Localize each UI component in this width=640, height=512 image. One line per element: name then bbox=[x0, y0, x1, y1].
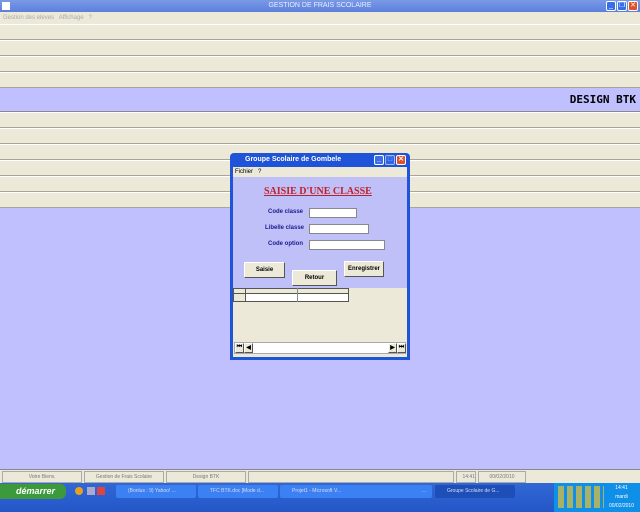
code-classe-input[interactable] bbox=[309, 208, 357, 218]
task-word[interactable]: TFC BTK.doc [Mode d... bbox=[198, 485, 278, 498]
saisie-button[interactable]: Saisie bbox=[244, 262, 285, 278]
stripe bbox=[0, 56, 640, 72]
taskbar: démarrer (Bonlus : 9) Yahoo! ... TFC BTK… bbox=[0, 483, 640, 512]
dialog-close-button[interactable]: ✕ bbox=[396, 155, 406, 165]
record-navigator bbox=[234, 342, 406, 354]
data-grid[interactable]: ⏮ ◀ ▶ ⏭ bbox=[233, 288, 407, 357]
dialog-menu-fichier[interactable]: Fichier bbox=[235, 169, 253, 175]
dialog-saisie-classe: Groupe Scolaire de Gombele _ □ ✕ Fichier… bbox=[230, 153, 410, 360]
clock: 14:41 mardi 00/02/2010 bbox=[609, 484, 634, 511]
tray-icons[interactable] bbox=[558, 486, 604, 508]
retour-button[interactable]: Retour bbox=[292, 270, 337, 286]
stripe bbox=[0, 24, 640, 40]
app-titlebar: GESTION DE FRAIS SCOLAIRE bbox=[0, 0, 640, 12]
task-vb[interactable]: Projet1 - Microsoft V... bbox=[280, 485, 360, 498]
dialog-menubar: Fichier ? bbox=[233, 167, 407, 177]
task-other[interactable]: ... bbox=[352, 485, 432, 498]
enregistrer-button[interactable]: Enregistrer bbox=[344, 261, 384, 277]
menu-affichage[interactable]: Affichage bbox=[59, 15, 84, 21]
app-quicklaunch-icon[interactable] bbox=[97, 487, 105, 495]
dialog-minimize-button[interactable]: _ bbox=[374, 155, 384, 165]
task-groupe-scolaire[interactable]: Groupe Scolaire de G... bbox=[435, 485, 515, 498]
status-panel: Design BTK bbox=[166, 471, 246, 483]
close-button[interactable]: ✕ bbox=[628, 1, 638, 11]
status-panel: Gestion de Frais Scolaire bbox=[84, 471, 164, 483]
stripe bbox=[0, 112, 640, 128]
status-date: 00/02/2010 bbox=[478, 471, 526, 483]
system-tray: 14:41 mardi 00/02/2010 bbox=[554, 483, 640, 512]
status-panel bbox=[248, 471, 454, 483]
desktop-icon[interactable] bbox=[87, 487, 95, 495]
task-yahoo[interactable]: (Bonlus : 9) Yahoo! ... bbox=[116, 485, 196, 498]
menu-help[interactable]: ? bbox=[89, 15, 92, 21]
code-option-label: Code option bbox=[268, 241, 303, 247]
menu-gestion[interactable]: Gestion des eleves bbox=[3, 15, 54, 21]
clock-day: mardi bbox=[615, 494, 628, 500]
minimize-button[interactable]: _ bbox=[606, 1, 616, 11]
app-title: GESTION DE FRAIS SCOLAIRE bbox=[268, 2, 372, 9]
prev-record-button[interactable]: ◀ bbox=[244, 343, 253, 353]
dialog-title: Groupe Scolaire de Gombele bbox=[245, 156, 342, 163]
code-option-input[interactable] bbox=[309, 240, 385, 250]
dialog-maximize-button[interactable]: □ bbox=[385, 155, 395, 165]
banner-text: DESIGN BTK bbox=[569, 93, 636, 106]
clock-time: 14:41 bbox=[615, 485, 628, 491]
libelle-classe-label: Libelle classe bbox=[265, 225, 305, 231]
stripe bbox=[0, 128, 640, 144]
grid-divider bbox=[297, 288, 298, 302]
next-record-button[interactable]: ▶ bbox=[388, 343, 397, 353]
status-panel: Votre Bienv. bbox=[2, 471, 82, 483]
clock-date: 00/02/2010 bbox=[608, 503, 634, 509]
browser-icon[interactable] bbox=[75, 487, 83, 495]
restore-button[interactable]: ❐ bbox=[617, 1, 627, 11]
menubar: Gestion des eleves Affichage ? bbox=[0, 12, 640, 24]
statusbar: Votre Bienv. Gestion de Frais Scolaire D… bbox=[0, 469, 640, 483]
stripe bbox=[0, 72, 640, 88]
grid-divider bbox=[245, 288, 246, 302]
banner: DESIGN BTK bbox=[0, 88, 640, 112]
dialog-menu-help[interactable]: ? bbox=[258, 169, 261, 175]
first-record-button[interactable]: ⏮ bbox=[235, 343, 244, 353]
code-classe-label: Code classe bbox=[268, 209, 304, 215]
last-record-button[interactable]: ⏭ bbox=[397, 343, 406, 353]
dialog-form: SAISIE D'UNE CLASSE Code classe Libelle … bbox=[233, 177, 407, 288]
grid-row[interactable] bbox=[233, 294, 349, 302]
stripe bbox=[0, 40, 640, 56]
libelle-classe-input[interactable] bbox=[309, 224, 369, 234]
form-heading: SAISIE D'UNE CLASSE bbox=[264, 186, 372, 197]
dialog-titlebar: Groupe Scolaire de Gombele _ □ ✕ bbox=[233, 153, 407, 167]
app-icon bbox=[2, 2, 10, 10]
start-button[interactable]: démarrer bbox=[0, 484, 66, 499]
status-time: 14:41 bbox=[456, 471, 476, 483]
